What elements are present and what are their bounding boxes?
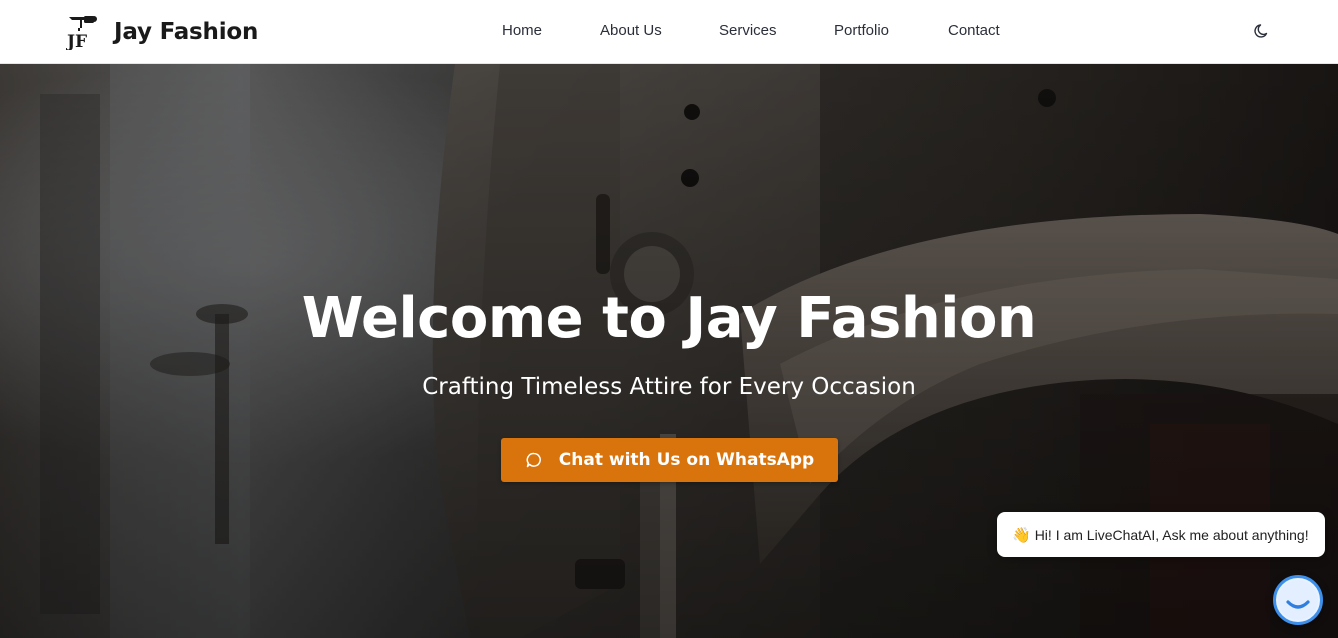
whatsapp-chat-button[interactable]: Chat with Us on WhatsApp [501,438,838,482]
top-navbar: JF Jay Fashion Home About Us Services Po… [0,0,1338,64]
nav-link-contact[interactable]: Contact [948,22,1000,39]
waving-hand-icon: 👋 [1012,525,1031,544]
chat-bubble-icon [526,452,541,468]
nav-link-about-us[interactable]: About Us [600,22,662,39]
nav-link-portfolio[interactable]: Portfolio [834,22,889,39]
hero-subtitle: Crafting Timeless Attire for Every Occas… [422,374,916,400]
moon-icon[interactable] [1252,21,1272,41]
livechat-launcher-button[interactable] [1273,575,1323,625]
main-nav: Home About Us Services Portfolio Contact [0,0,1338,64]
hero-title: Welcome to Jay Fashion [301,286,1037,351]
smile-icon [1278,580,1318,620]
livechat-greeting-bubble[interactable]: 👋 Hi! I am LiveChatAI, Ask me about anyt… [997,512,1325,557]
nav-link-home[interactable]: Home [502,22,542,39]
nav-link-services[interactable]: Services [719,22,777,39]
whatsapp-chat-button-label: Chat with Us on WhatsApp [558,450,815,470]
livechat-greeting-text: Hi! I am LiveChatAI, Ask me about anythi… [1034,526,1309,543]
